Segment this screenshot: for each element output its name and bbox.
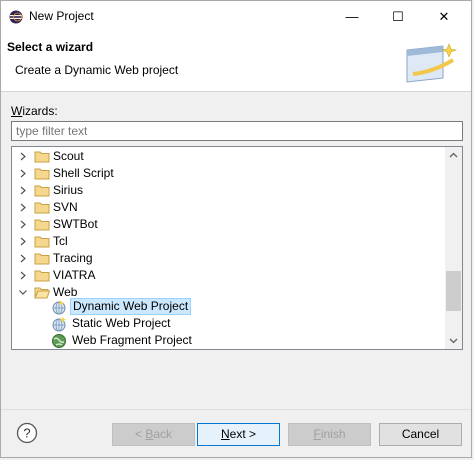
wizard-filter-input[interactable] (11, 121, 463, 141)
tree-item-label: Web Fragment Project (72, 333, 192, 347)
scroll-down-arrow-icon[interactable] (445, 332, 462, 349)
chevron-down-icon[interactable] (17, 284, 29, 301)
next-text: ext > (229, 427, 257, 441)
wizards-label-text: izards: (22, 104, 58, 118)
banner-description: Create a Dynamic Web project (15, 63, 179, 77)
finish-button[interactable]: Finish (288, 423, 371, 446)
tree-item-label: VIATRA (53, 268, 96, 282)
new-wizard-banner-icon (406, 43, 458, 83)
wizards-label: Wizards: (11, 104, 58, 118)
dynamic-web-project-icon (52, 300, 66, 315)
tree-item-label: Tcl (53, 234, 68, 248)
chevron-right-icon[interactable] (17, 233, 29, 250)
back-prefix: < (134, 427, 146, 441)
finish-mnemonic: F (313, 427, 321, 441)
tree-item-label: Tracing (53, 251, 93, 265)
folder-icon (34, 236, 50, 248)
tree-item-label: Dynamic Web Project (70, 298, 192, 315)
chevron-right-icon[interactable] (17, 148, 29, 165)
web-fragment-project-icon (52, 334, 66, 348)
back-button[interactable]: < Back (112, 423, 195, 446)
tree-scrollbar[interactable] (445, 147, 462, 349)
finish-text: inish (320, 427, 346, 441)
help-icon[interactable]: ? (16, 422, 38, 444)
tree-item-label: Sirius (53, 183, 84, 197)
folder-icon (34, 253, 50, 265)
folder-icon (34, 219, 50, 231)
folder-icon (34, 270, 50, 282)
back-text: ack (153, 427, 173, 441)
folder-icon (34, 151, 50, 163)
title-bar[interactable]: New Project — ☐ ✕ (1, 1, 471, 32)
chevron-right-icon[interactable] (17, 182, 29, 199)
cancel-button[interactable]: Cancel (379, 423, 462, 446)
footer-separator (1, 409, 471, 410)
eclipse-icon (9, 10, 23, 24)
tree-item-label: SVN (53, 200, 78, 214)
next-mnemonic: N (220, 427, 230, 441)
maximize-button[interactable]: ☐ (375, 1, 421, 32)
scrollbar-thumb[interactable] (446, 271, 461, 311)
static-web-project-icon (52, 316, 67, 332)
folder-icon (34, 168, 50, 180)
chevron-right-icon[interactable] (17, 267, 29, 284)
tree-item-label: Shell Script (53, 166, 114, 180)
wizard-tree[interactable]: Scout Shell Script Sirius SVN SWTBot Tcl (11, 146, 463, 350)
folder-icon (34, 202, 50, 214)
help-glyph: ? (23, 426, 30, 441)
minimize-button[interactable]: — (329, 1, 375, 32)
chevron-right-icon[interactable] (17, 165, 29, 182)
folder-icon (34, 185, 50, 197)
scroll-up-arrow-icon[interactable] (445, 147, 462, 164)
wizard-banner: Select a wizard Create a Dynamic Web pro… (1, 32, 471, 92)
folder-open-icon (34, 287, 50, 299)
close-button[interactable]: ✕ (421, 1, 467, 32)
window-title: New Project (29, 9, 94, 23)
chevron-right-icon[interactable] (17, 250, 29, 267)
wizards-label-mnemonic: W (11, 104, 23, 118)
chevron-right-icon[interactable] (17, 216, 29, 233)
tree-item-label: SWTBot (53, 217, 98, 231)
new-project-dialog: New Project — ☐ ✕ Select a wizard Create… (0, 0, 472, 458)
tree-item-label: Static Web Project (72, 316, 171, 330)
tree-item-label: Scout (53, 149, 84, 163)
next-button[interactable]: Next > (197, 423, 280, 446)
chevron-right-icon[interactable] (17, 199, 29, 216)
banner-heading: Select a wizard (7, 40, 94, 54)
